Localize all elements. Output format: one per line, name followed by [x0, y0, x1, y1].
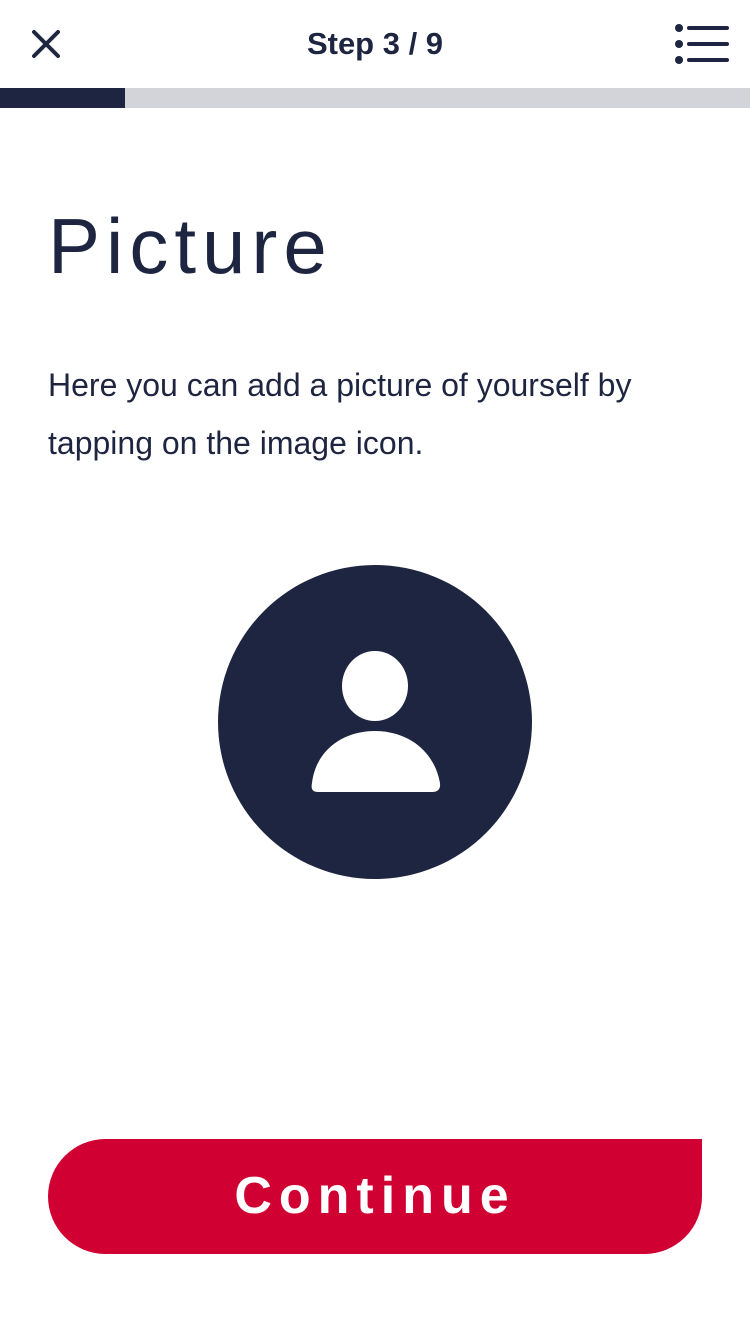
user-avatar-icon	[311, 651, 441, 792]
list-menu-icon	[675, 24, 729, 64]
progress-bar	[0, 88, 750, 108]
steps-menu-button[interactable]	[670, 16, 734, 72]
add-picture-button[interactable]	[218, 565, 532, 879]
page-title: Picture	[48, 202, 333, 290]
page-description: Here you can add a picture of yourself b…	[48, 367, 632, 461]
top-bar: Step 3 / 9	[0, 0, 750, 88]
step-indicator: Step 3 / 9	[306, 26, 444, 61]
progress-fill	[0, 88, 126, 108]
continue-button[interactable]: Continue	[48, 1139, 702, 1254]
